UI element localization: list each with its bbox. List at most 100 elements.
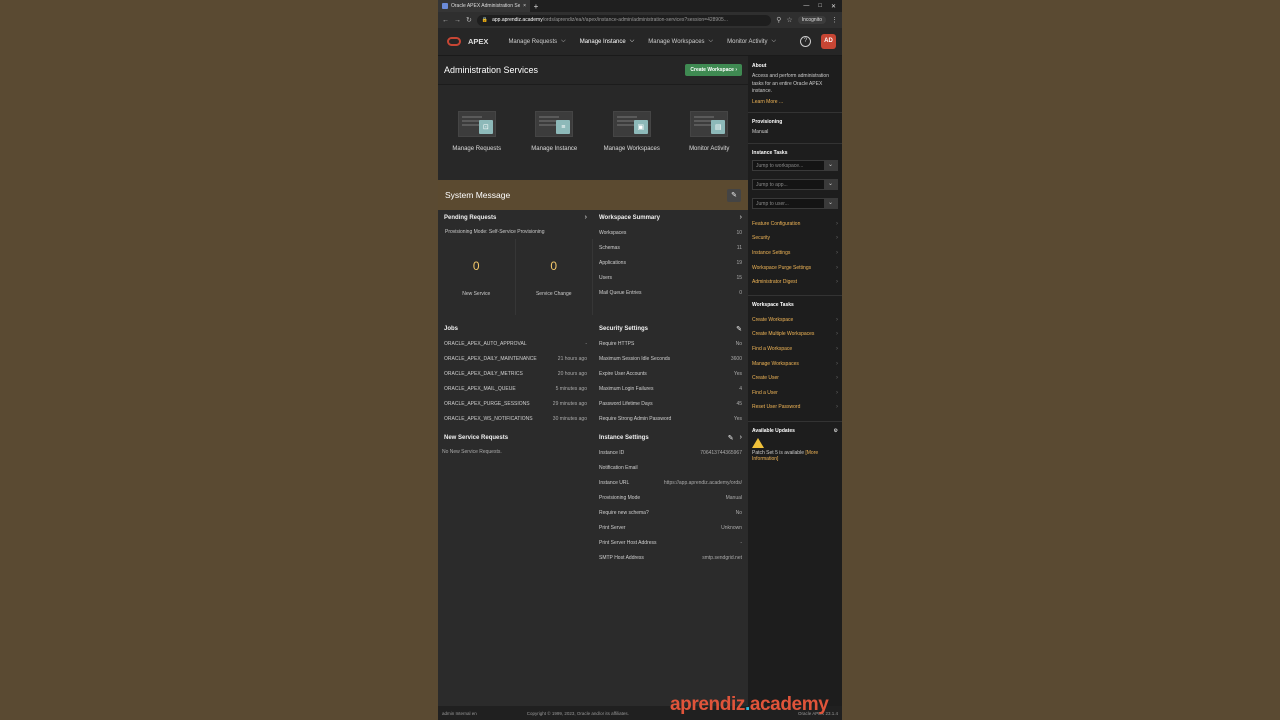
back-icon[interactable]: ← (442, 17, 449, 24)
oracle-logo-icon[interactable] (447, 37, 461, 46)
link-security[interactable]: Security › (752, 231, 838, 246)
zoom-icon[interactable]: ⚲ (776, 16, 781, 24)
region-header: Instance Settings ✎ › (599, 434, 742, 442)
forward-icon[interactable]: → (454, 17, 461, 24)
chevron-down-icon[interactable]: ⌄ (824, 160, 837, 170)
jump-workspace-select[interactable]: Jump to workspace... ⌄ (752, 159, 838, 171)
region-header: Security Settings ✎ (599, 325, 742, 333)
service-change-counter[interactable]: 0 Service Change (516, 239, 593, 315)
bookmark-icon[interactable]: ☆ (786, 16, 792, 24)
chevron-down-icon[interactable]: ⌄ (824, 198, 837, 208)
new-tab-button[interactable]: + (530, 2, 542, 11)
provisioning-value: Manual (752, 129, 769, 135)
table-row: ORACLE_APEX_DAILY_MAINTENANCE 21 hours ag… (444, 355, 587, 362)
browser-tab[interactable]: Oracle APEX Administration Se × (438, 0, 530, 12)
link-administrator-digest[interactable]: Administrator Digest › (752, 275, 838, 290)
table-row: ORACLE_APEX_MAIL_QUEUE 5 minutes ago (444, 385, 587, 392)
workspace-summary-region: Workspace Summary › Workspaces 10 Schemas 1… (593, 210, 748, 315)
browser-window: Oracle APEX Administration Se × + — □ ✕ … (438, 0, 842, 720)
table-row: Print Server Host Address - (599, 539, 742, 546)
table-row: Workspaces 10 (599, 229, 742, 236)
provisioning-title: Provisioning (752, 119, 783, 125)
table-row: SMTP Host Address smtp.sendgrid.net (599, 554, 742, 561)
database-icon: ≡ (556, 120, 571, 134)
table-row: Require new schema? No (599, 509, 742, 516)
table-row: Instance URL https://app.aprendiz.academy… (599, 479, 742, 486)
link-create-multiple-workspaces[interactable]: Create Multiple Workspaces › (752, 327, 838, 342)
region-header: New Service Requests (444, 434, 509, 441)
link-feature-configuration[interactable]: Feature Configuration › (752, 217, 838, 232)
kebab-menu-icon[interactable]: ⋮ (831, 16, 838, 24)
table-row: ORACLE_APEX_PURGE_SESSIONS 29 minutes ago (444, 400, 587, 407)
gear-icon[interactable]: ⚙ (834, 428, 838, 434)
learn-more-link[interactable]: Learn More ... (752, 99, 838, 107)
jump-user-select[interactable]: Jump to user... ⌄ (752, 197, 838, 209)
table-row: Password Lifetime Days 45 (599, 400, 742, 407)
jump-app-select[interactable]: Jump to app... ⌄ (752, 178, 838, 190)
regions-row-2: Jobs ORACLE_APEX_AUTO_APPROVAL - ORACLE_A… (438, 321, 748, 426)
edit-pencil-icon[interactable]: ✎ (728, 434, 734, 442)
link-workspace-purge-settings[interactable]: Workspace Purge Settings › (752, 260, 838, 275)
minimize-button[interactable]: — (803, 3, 809, 10)
close-window-button[interactable]: ✕ (831, 3, 836, 10)
menu-manage-workspaces[interactable]: Manage Workspaces ⌵ (648, 38, 713, 45)
url-input[interactable]: 🔒 app.aprendiz.academy/ords/aprendiz/ea/… (476, 14, 772, 26)
close-tab-icon[interactable]: × (523, 3, 526, 9)
new-service-requests-region: New Service Requests No New Service Requ… (438, 430, 593, 565)
workspace-icon: ▣ (633, 120, 648, 134)
user-avatar[interactable]: AD (821, 34, 836, 49)
help-icon[interactable]: ? (800, 36, 811, 47)
region-header[interactable]: Pending Requests › (438, 210, 593, 225)
chevron-right-icon[interactable]: › (740, 214, 742, 221)
card-label: Manage Workspaces (603, 146, 660, 152)
edit-pencil-icon[interactable]: ✎ (736, 325, 742, 333)
card-monitor-activity[interactable]: ▤ Monitor Activity (674, 111, 744, 180)
card-label: Manage Instance (531, 146, 578, 152)
counter-label: Service Change (535, 291, 572, 297)
edit-pencil-icon[interactable]: ✎ (727, 188, 741, 202)
table-row: ORACLE_APEX_WS_NOTIFICATIONS 30 minutes a… (444, 415, 587, 422)
link-instance-settings[interactable]: Instance Settings › (752, 246, 838, 261)
maximize-button[interactable]: □ (818, 3, 822, 10)
new-service-counter[interactable]: 0 New Service (438, 239, 516, 315)
menu-manage-instance[interactable]: Manage Instance ⌵ (580, 38, 635, 45)
region-header[interactable]: Workspace Summary › (593, 210, 748, 225)
reload-icon[interactable]: ↻ (466, 16, 472, 24)
regions-row-1: Pending Requests › Provisioning Mode: Sel… (438, 210, 748, 315)
regions-row-3: New Service Requests No New Service Requ… (438, 430, 748, 565)
table-row: Schemas 11 (599, 244, 742, 251)
apex-logo-text[interactable]: APEX (468, 37, 488, 46)
table-row: Require Strong Admin Password Yes (599, 415, 742, 422)
menu-manage-requests[interactable]: Manage Requests ⌵ (508, 38, 565, 45)
table-row: Require HTTPS No (599, 340, 742, 347)
card-manage-workspaces[interactable]: ▣ Manage Workspaces (597, 111, 667, 180)
card-label: Monitor Activity (689, 146, 730, 152)
create-workspace-button[interactable]: Create Workspace › (685, 64, 742, 76)
link-reset-user-password[interactable]: Reset User Password › (752, 400, 838, 415)
table-row: Maximum Session Idle Seconds 3600 (599, 355, 742, 362)
footer-user-info[interactable]: admin Internal en (442, 711, 477, 716)
incognito-badge[interactable]: Incognito (797, 16, 826, 24)
requests-thumbnail: ⊡ (457, 111, 496, 137)
link-create-workspace[interactable]: Create Workspace › (752, 312, 838, 327)
instance-thumbnail: ≡ (535, 111, 574, 137)
chevron-down-icon[interactable]: ⌄ (824, 179, 837, 189)
link-find-workspace[interactable]: Find a Workspace › (752, 342, 838, 357)
tab-title: Oracle APEX Administration Se (451, 3, 521, 9)
menu-monitor-activity[interactable]: Monitor Activity ⌵ (727, 38, 776, 45)
system-message-banner: System Message ✎ (438, 180, 748, 210)
url-path: /ords/aprendiz/ea/r/apex/instance-admin/… (542, 17, 728, 23)
card-manage-instance[interactable]: ≡ Manage Instance (519, 111, 589, 180)
card-manage-requests[interactable]: ⊡ Manage Requests (442, 111, 512, 180)
link-find-user[interactable]: Find a User › (752, 385, 838, 400)
link-manage-workspaces[interactable]: Manage Workspaces › (752, 356, 838, 371)
link-create-user[interactable]: Create User › (752, 371, 838, 386)
favicon-icon (442, 3, 448, 9)
counter-value: 0 (472, 259, 480, 273)
tab-bar: Oracle APEX Administration Se × + — □ ✕ (438, 0, 842, 12)
chevron-right-icon[interactable]: › (740, 434, 742, 441)
table-row: ORACLE_APEX_AUTO_APPROVAL - (444, 340, 587, 347)
right-sidebar: About Access and perform administration … (748, 56, 842, 706)
security-settings-region: Security Settings ✎ Require HTTPS No Maxim… (593, 321, 748, 426)
chevron-right-icon[interactable]: › (585, 214, 587, 221)
